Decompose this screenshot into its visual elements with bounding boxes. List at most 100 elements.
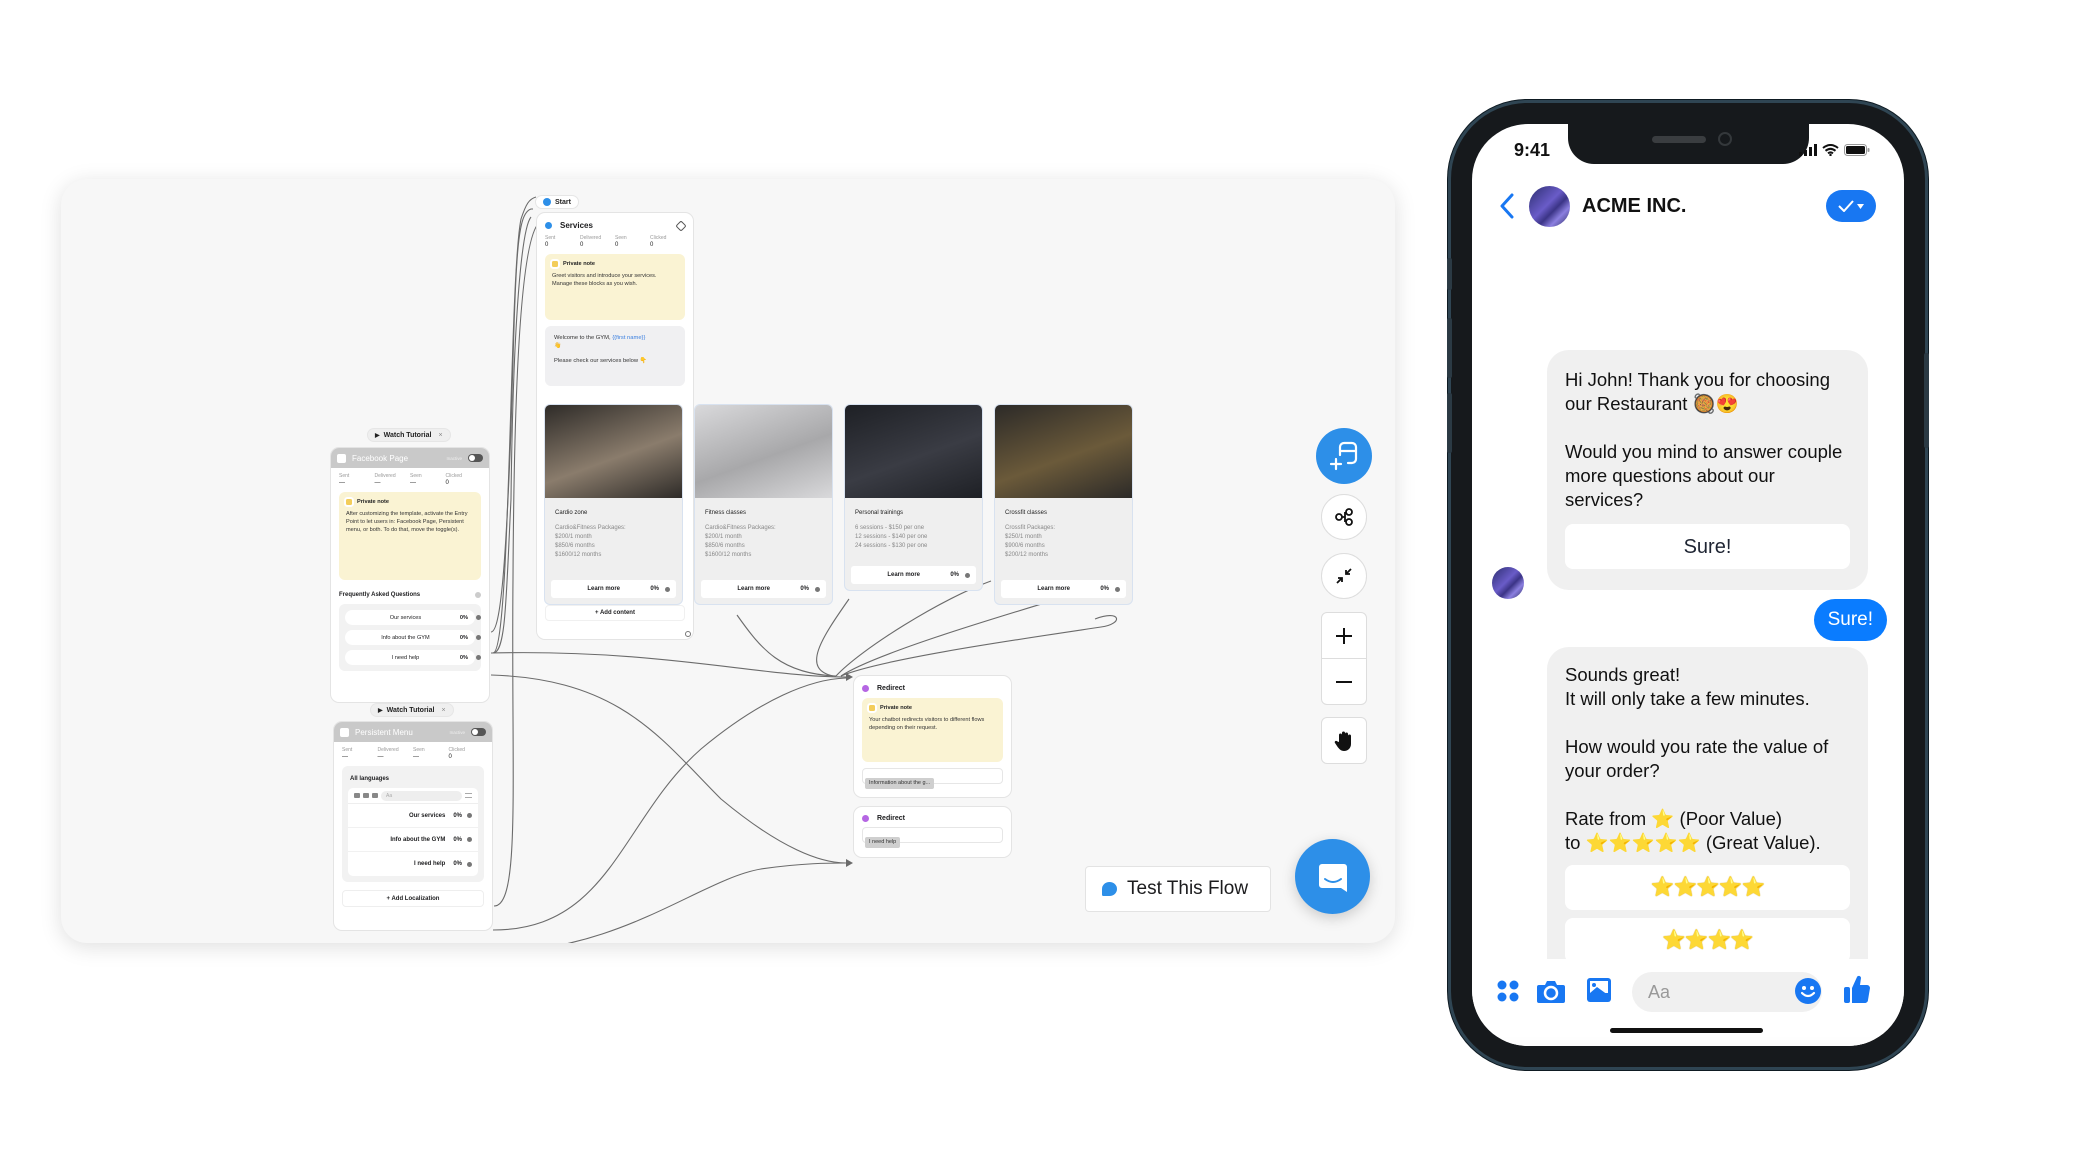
chat-widget-button[interactable] xyxy=(1295,839,1370,914)
note-icon xyxy=(552,261,558,268)
collapse-arrows-icon xyxy=(1336,568,1352,584)
apps-grid-icon[interactable] xyxy=(1496,979,1520,1003)
nodes-icon xyxy=(1335,508,1353,526)
output-port[interactable] xyxy=(1115,586,1120,592)
add-localization-button[interactable]: + Add Localization xyxy=(342,890,484,907)
menu-item[interactable]: I need help 0% xyxy=(348,852,478,876)
learn-more-button[interactable]: Learn more 0% xyxy=(851,566,976,584)
redirect-title: Redirect xyxy=(877,685,906,692)
zoom-out-button[interactable] xyxy=(1321,658,1367,705)
message-text: Rate from ⭐ (Poor Value) xyxy=(1565,808,1783,829)
add-block-button[interactable] xyxy=(1316,428,1372,484)
product-photo xyxy=(695,405,832,498)
learn-more-button[interactable]: Learn more 0% xyxy=(551,580,676,598)
learn-more-button[interactable]: Learn more 0% xyxy=(1001,580,1126,598)
redirect-target-field[interactable]: Information about the g... xyxy=(862,768,1003,789)
messenger-dot-icon xyxy=(545,222,552,229)
fit-to-screen-button[interactable] xyxy=(1321,553,1367,599)
hamburger-icon xyxy=(465,793,472,798)
start-icon xyxy=(543,198,551,206)
facebook-stats: Sent — Delivered — Seen — Clicked 0 xyxy=(339,473,462,486)
redirect-node-help[interactable]: Redirect I need help xyxy=(853,806,1012,858)
quick-reply-sure[interactable]: Sure! xyxy=(1565,524,1850,569)
message-text: to ⭐⭐⭐⭐⭐ (Great Value). xyxy=(1565,832,1821,853)
services-welcome-message[interactable]: Welcome to the GYM, {{first name}} 👋 Ple… xyxy=(545,326,685,386)
status-label: Inactive xyxy=(449,729,465,735)
product-card-crossfit[interactable]: Crossfit classes Crossfit Packages: $250… xyxy=(994,404,1133,605)
minus-icon xyxy=(1336,680,1352,683)
watch-tutorial-button[interactable]: ▶ Watch Tutorial × xyxy=(370,703,454,717)
output-port[interactable] xyxy=(685,631,691,637)
active-toggle[interactable] xyxy=(471,728,486,736)
product-card-fitness[interactable]: Fitness classes Cardio&Fitness Packages:… xyxy=(694,404,833,605)
messenger-screen: 9:41 ACME INC. Hi John! Thank you for ch… xyxy=(1472,124,1904,1046)
output-port[interactable] xyxy=(815,586,820,592)
back-chevron-icon[interactable] xyxy=(1499,193,1515,219)
pan-tool-button[interactable] xyxy=(1321,717,1367,764)
faq-item[interactable]: I need help 0% xyxy=(345,650,481,665)
flow-canvas[interactable]: Start Services Sent 0 Delivered 0 Seen 0 Cl… xyxy=(61,179,1395,943)
output-port[interactable] xyxy=(467,813,472,818)
output-port[interactable] xyxy=(476,655,481,660)
contact-name[interactable]: ACME INC. xyxy=(1582,195,1686,218)
faq-item[interactable]: Our services 0% xyxy=(345,610,481,625)
watch-tutorial-button[interactable]: ▶ Watch Tutorial × xyxy=(367,428,451,442)
redirect-node-info[interactable]: Redirect Private note Your chatbot redir… xyxy=(853,675,1012,798)
redirect-target-field[interactable]: I need help xyxy=(862,827,1003,848)
close-icon[interactable]: × xyxy=(441,707,445,714)
camera-icon xyxy=(354,793,360,798)
persistent-menu-entry[interactable]: Persistent Menu Inactive Sent — Delivered… xyxy=(333,721,493,931)
services-private-note[interactable]: Private note Greet visitors and introduc… xyxy=(545,254,685,320)
photo-gallery-icon[interactable] xyxy=(1586,977,1612,1003)
message-text: Hi John! Thank you for choosing our Rest… xyxy=(1565,369,1830,414)
phone-volume-down xyxy=(1447,393,1452,453)
redirect-private-note[interactable]: Private note Your chatbot redirects visi… xyxy=(862,698,1003,762)
close-icon[interactable]: × xyxy=(438,432,442,439)
learn-more-button[interactable]: Learn more 0% xyxy=(701,580,826,598)
plus-icon xyxy=(1336,627,1352,644)
arrange-nodes-button[interactable] xyxy=(1321,494,1367,540)
persistent-menu-stats: Sent — Delivered — Seen — Clicked 0 xyxy=(342,747,465,760)
bot-avatar xyxy=(1492,567,1524,599)
emoji-icon[interactable] xyxy=(1794,977,1822,1005)
product-photo xyxy=(845,405,982,498)
test-this-flow-button[interactable]: Test This Flow xyxy=(1085,866,1271,912)
output-port[interactable] xyxy=(467,861,472,867)
languages-title: All languages xyxy=(350,776,390,782)
output-port[interactable] xyxy=(665,586,670,592)
rating-5-stars[interactable]: ⭐⭐⭐⭐⭐ xyxy=(1565,865,1850,910)
faq-item[interactable]: Info about the GYM 0% xyxy=(345,630,481,645)
test-flow-label: Test This Flow xyxy=(1127,878,1249,899)
bot-message: Hi John! Thank you for choosing our Rest… xyxy=(1547,350,1868,590)
signal-icon xyxy=(1799,144,1817,156)
camera-icon[interactable] xyxy=(1536,979,1566,1004)
facebook-private-note[interactable]: Private note After customizing the templ… xyxy=(339,492,481,580)
facebook-page-entry[interactable]: Facebook Page Inactive Sent — Delivered — … xyxy=(330,447,490,703)
product-card-personal[interactable]: Personal trainings 6 sessions - $150 per… xyxy=(844,404,983,591)
start-node[interactable]: Start xyxy=(535,195,579,209)
redirect-target-tag: Information about the g... xyxy=(865,778,935,789)
wire xyxy=(835,580,992,677)
rating-4-stars[interactable]: ⭐⭐⭐⭐ xyxy=(1565,918,1850,963)
output-port[interactable] xyxy=(965,572,970,578)
phone-mockup: 9:41 ACME INC. Hi John! Thank you for ch… xyxy=(1447,103,1929,1067)
product-card-cardio[interactable]: Cardio zone Cardio&Fitness Packages: $20… xyxy=(544,404,683,605)
home-indicator xyxy=(1610,1028,1763,1033)
output-port[interactable] xyxy=(476,615,481,620)
zoom-in-button[interactable] xyxy=(1321,612,1367,659)
product-title: Fitness classes xyxy=(705,510,747,516)
thumbs-up-icon[interactable] xyxy=(1843,974,1871,1004)
chat-header: ACME INC. xyxy=(1472,176,1904,236)
wire xyxy=(492,216,532,654)
menu-item[interactable]: Info about the GYM 0% xyxy=(348,828,478,852)
active-toggle[interactable] xyxy=(468,454,483,462)
output-port[interactable] xyxy=(476,635,481,640)
battery-icon xyxy=(1844,144,1870,156)
output-port[interactable] xyxy=(467,837,472,842)
verified-dropdown-button[interactable] xyxy=(1826,190,1876,222)
add-content-button[interactable]: + Add content xyxy=(545,605,685,621)
contact-avatar[interactable] xyxy=(1529,185,1570,227)
info-icon[interactable] xyxy=(475,592,481,598)
facebook-page-icon xyxy=(337,453,346,463)
menu-item[interactable]: Our services 0% xyxy=(348,804,478,828)
